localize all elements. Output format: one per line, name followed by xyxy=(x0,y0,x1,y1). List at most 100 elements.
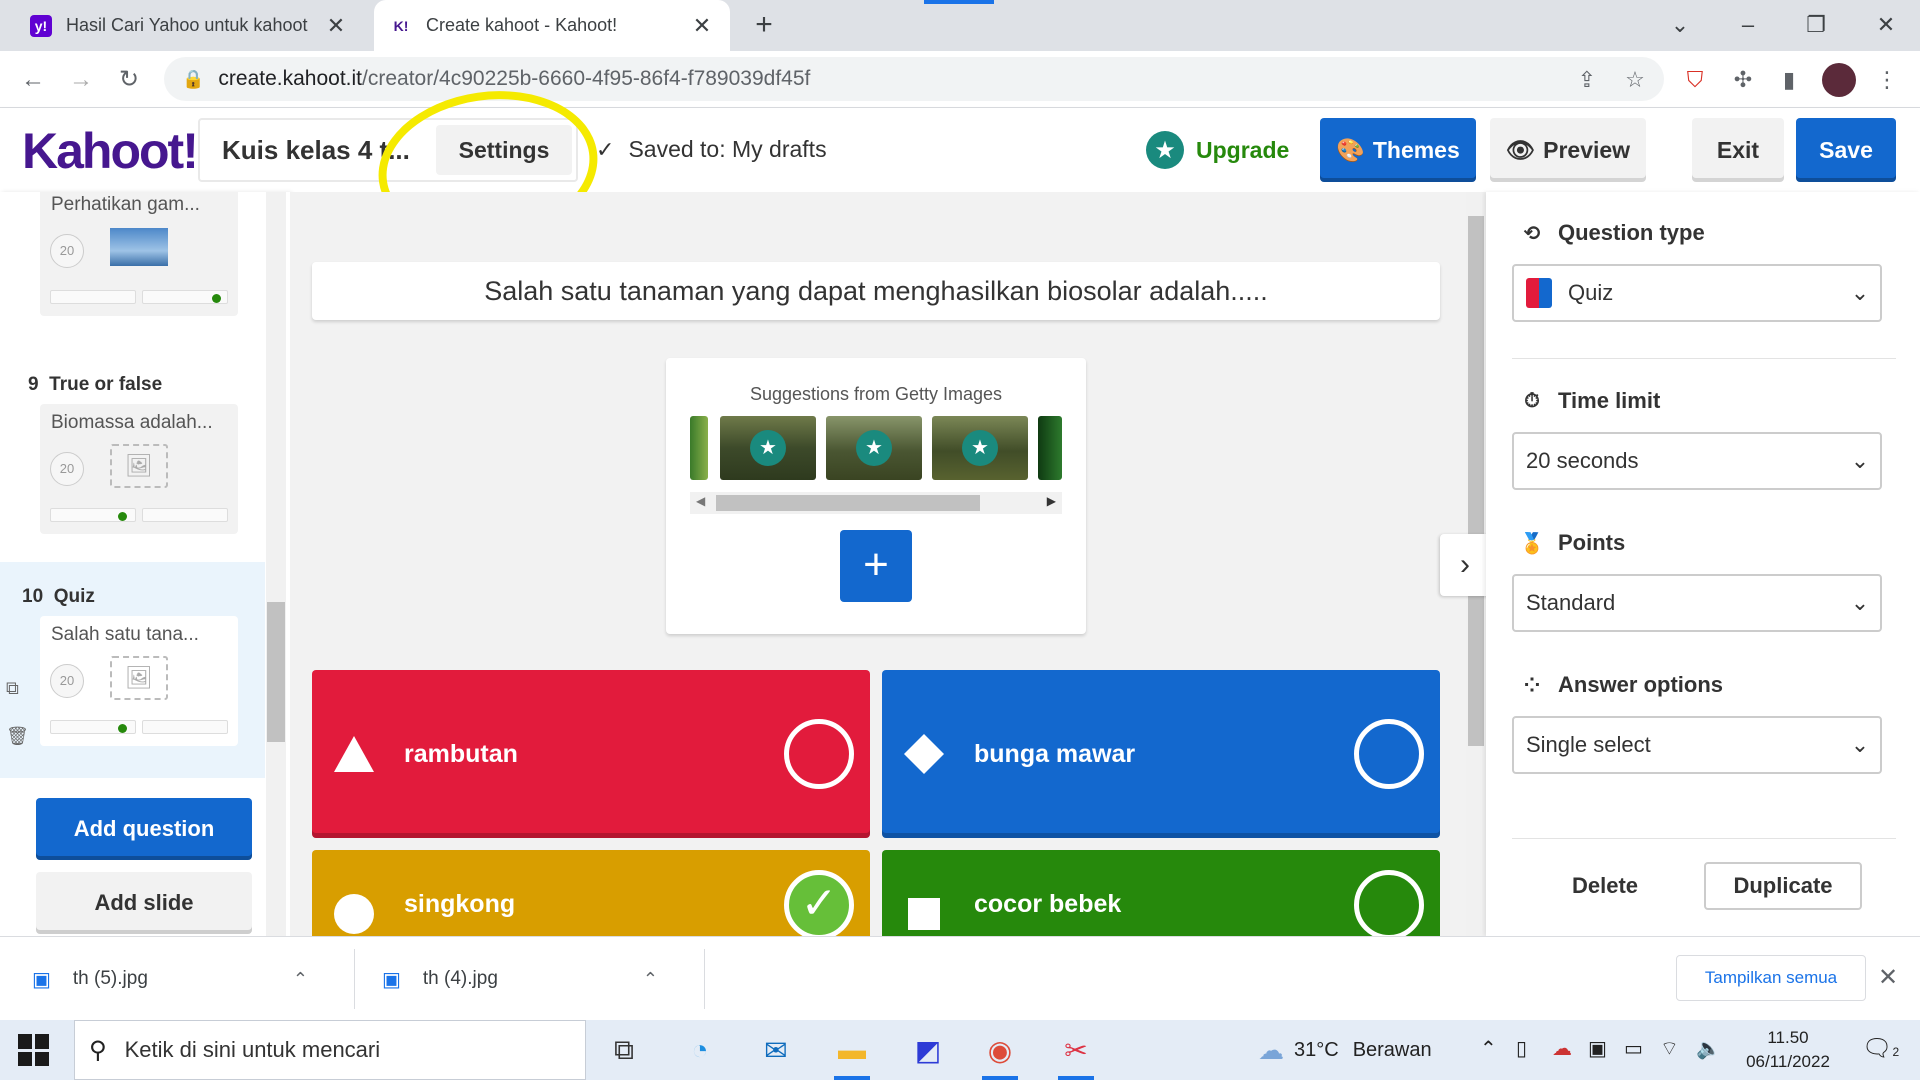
suggested-image[interactable]: ★ xyxy=(720,416,816,480)
correct-toggle[interactable] xyxy=(784,719,854,789)
suggested-image[interactable]: ★ xyxy=(932,416,1028,480)
duplicate-question-icon[interactable]: ⧉ xyxy=(6,678,19,699)
minimize-icon[interactable]: – xyxy=(1728,8,1768,42)
system-clock[interactable]: 11.50 06/11/2022 xyxy=(1738,1026,1838,1074)
restore-icon[interactable]: ❐ xyxy=(1796,8,1836,42)
themes-button[interactable]: 🎨 Themes xyxy=(1320,118,1476,182)
weather-widget[interactable]: ☁ 31°C Berawan xyxy=(1258,1020,1432,1080)
answer-option-2[interactable]: bunga mawar xyxy=(882,670,1440,838)
save-button[interactable]: Save xyxy=(1796,118,1896,182)
suggested-image[interactable] xyxy=(690,416,708,480)
question-type-heading: ⟲ Question type xyxy=(1518,220,1705,246)
question-card-title: Salah satu tana... xyxy=(51,624,199,645)
close-tab-icon[interactable]: ✕ xyxy=(690,13,714,39)
upgrade-button[interactable]: ★ Upgrade xyxy=(1146,128,1289,172)
question-card[interactable]: Perhatikan gam... 20 xyxy=(40,192,238,316)
premium-star-icon: ★ xyxy=(856,430,892,466)
file-explorer-icon[interactable]: ▬ xyxy=(828,1028,876,1080)
expand-panel-chevron-icon[interactable]: › xyxy=(1440,534,1486,596)
correct-check-icon[interactable]: ✓ xyxy=(784,870,854,936)
premium-star-icon: ★ xyxy=(750,430,786,466)
extensions-puzzle-icon[interactable]: ✣ xyxy=(1728,65,1758,95)
add-question-button[interactable]: Add question xyxy=(36,798,252,860)
chrome-icon[interactable]: ◉ xyxy=(976,1028,1024,1080)
scroll-right-icon[interactable]: ▶ xyxy=(1047,494,1056,508)
bookmark-star-icon[interactable]: ☆ xyxy=(1620,65,1650,95)
question-list-sidebar: Perhatikan gam... 20 9 True or false Bio… xyxy=(0,192,290,936)
new-tab-icon[interactable]: + xyxy=(748,8,780,42)
tab-search-chevron-icon[interactable]: ⌄ xyxy=(1660,8,1700,42)
question-text-input[interactable]: Salah satu tanaman yang dapat menghasilk… xyxy=(312,262,1440,320)
windows-start-icon[interactable] xyxy=(18,1034,50,1066)
edge-icon[interactable]: ◔ xyxy=(676,1028,724,1072)
answer-option-4[interactable]: cocor bebek xyxy=(882,850,1440,936)
answer-options-select[interactable]: Single select ⌄ xyxy=(1512,716,1882,774)
address-bar[interactable]: 🔒 create.kahoot.it/creator/4c90225b-6660… xyxy=(164,57,1664,101)
points-select[interactable]: Standard ⌄ xyxy=(1512,574,1882,632)
correct-toggle[interactable] xyxy=(1354,719,1424,789)
app-icon[interactable]: ◩ xyxy=(904,1028,952,1072)
chevron-down-icon: ⌄ xyxy=(1850,280,1870,305)
delete-question-icon[interactable]: 🗑 xyxy=(6,726,29,747)
close-tab-icon[interactable]: ✕ xyxy=(324,13,348,39)
time-limit-select[interactable]: 20 seconds ⌄ xyxy=(1512,432,1882,490)
download-item[interactable]: ▣ th (4).jpg ⌃ xyxy=(382,937,682,1021)
sidebar-scrollbar[interactable] xyxy=(266,192,286,936)
browser-tab-kahoot[interactable]: K! Create kahoot - Kahoot! ✕ xyxy=(374,0,730,51)
profile-avatar[interactable] xyxy=(1822,63,1856,97)
close-shelf-icon[interactable]: ✕ xyxy=(1878,963,1898,992)
question-type-select[interactable]: Quiz ⌄ xyxy=(1512,264,1882,322)
question-card[interactable]: Biomassa adalah... 20 🖼 xyxy=(40,404,238,534)
media-horizontal-scrollbar[interactable]: ◀ ▶ xyxy=(690,492,1062,514)
add-media-button[interactable]: + xyxy=(840,530,912,602)
sidebar-scrollbar-thumb[interactable] xyxy=(267,602,285,742)
battery-icon[interactable]: ▭ xyxy=(1624,1036,1643,1061)
delete-question-button[interactable]: Delete xyxy=(1540,862,1670,910)
extension-shield-icon[interactable]: ⛉ xyxy=(1680,65,1710,95)
notification-center-icon[interactable]: 🗨2 xyxy=(1862,1034,1899,1063)
side-panel-icon[interactable]: ▮ xyxy=(1774,65,1804,95)
canvas-scrollbar-thumb[interactable] xyxy=(1468,216,1484,746)
duplicate-question-button[interactable]: Duplicate xyxy=(1704,862,1862,910)
share-icon[interactable]: ⇪ xyxy=(1572,65,1602,95)
suggested-image[interactable]: ★ xyxy=(826,416,922,480)
quiz-type-icon xyxy=(1526,278,1552,308)
scroll-left-icon[interactable]: ◀ xyxy=(696,494,705,508)
task-view-icon[interactable]: ⧉ xyxy=(600,1028,648,1072)
preview-button[interactable]: 👁 Preview xyxy=(1490,118,1646,182)
wifi-icon[interactable]: ⌔ xyxy=(1660,1036,1679,1061)
answer-options-label: Answer options xyxy=(1558,672,1724,697)
mail-icon[interactable]: ✉ xyxy=(752,1028,800,1072)
answer-option-1[interactable]: rambutan xyxy=(312,670,870,838)
add-slide-button[interactable]: Add slide xyxy=(36,872,252,934)
circle-icon xyxy=(330,890,378,936)
chevron-up-icon[interactable]: ⌃ xyxy=(293,969,308,990)
window-close-icon[interactable]: ✕ xyxy=(1866,8,1906,42)
browser-tab-yahoo[interactable]: y! Hasil Cari Yahoo untuk kahoot ✕ xyxy=(14,0,364,51)
kahoot-logo[interactable]: Kahoot! xyxy=(22,122,199,180)
question-card[interactable]: Salah satu tana... 20 🖼 xyxy=(40,616,238,746)
show-all-downloads-button[interactable]: Tampilkan semua xyxy=(1676,955,1866,1001)
show-hidden-icons-chevron-icon[interactable]: ⌃ xyxy=(1480,1036,1497,1061)
device-icon[interactable]: ▯ xyxy=(1516,1036,1527,1061)
answer-option-3[interactable]: singkong ✓ xyxy=(312,850,870,936)
back-icon[interactable]: ← xyxy=(16,63,50,97)
answer-text[interactable]: rambutan xyxy=(404,740,784,769)
reload-icon[interactable]: ↻ xyxy=(112,63,146,97)
tray-app-icon[interactable]: ▣ xyxy=(1588,1036,1607,1061)
chevron-up-icon[interactable]: ⌃ xyxy=(643,969,658,990)
correct-toggle[interactable] xyxy=(1354,870,1424,936)
cloud-sync-icon[interactable]: ☁ xyxy=(1552,1036,1572,1061)
media-scrollbar-thumb[interactable] xyxy=(716,495,980,511)
answer-text[interactable]: singkong xyxy=(404,890,784,919)
taskbar-search-box[interactable]: ⚲ Ketik di sini untuk mencari xyxy=(74,1020,586,1080)
exit-button[interactable]: Exit xyxy=(1692,118,1784,182)
answer-text[interactable]: bunga mawar xyxy=(974,740,1354,769)
download-item[interactable]: ▣ th (5).jpg ⌃ xyxy=(32,937,332,1021)
volume-icon[interactable]: 🔈 xyxy=(1696,1036,1721,1061)
browser-menu-icon[interactable]: ⋮ xyxy=(1872,65,1902,95)
suggested-image[interactable] xyxy=(1038,416,1062,480)
forward-icon[interactable]: → xyxy=(64,63,98,97)
snipping-tool-icon[interactable]: ✂ xyxy=(1052,1028,1100,1080)
answer-text[interactable]: cocor bebek xyxy=(974,890,1354,919)
